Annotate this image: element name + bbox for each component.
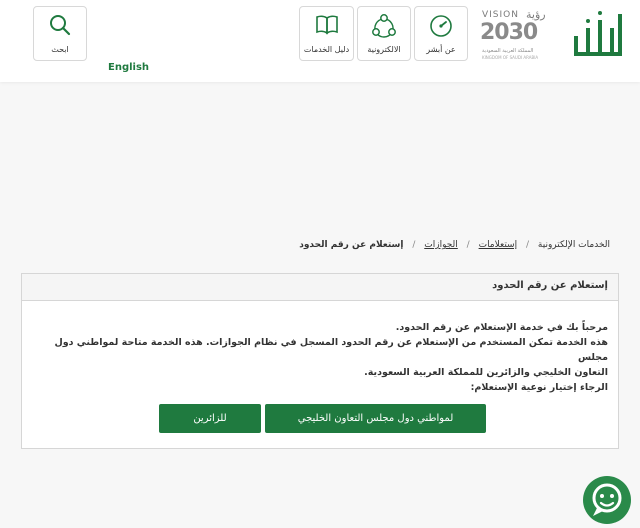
choose-type-text: الرجاء إختيار نوعية الإستعلام: bbox=[470, 382, 608, 393]
breadcrumb-item-eservices[interactable]: الخدمات الإلكترونية bbox=[538, 240, 610, 250]
breadcrumb: الخدمات الإلكترونية / إستعلامات / الجواز… bbox=[299, 240, 610, 250]
english-language-link[interactable]: English bbox=[108, 62, 149, 73]
welcome-text: مرحباً بك في خدمة الإستعلام عن رقم الحدو… bbox=[395, 322, 608, 333]
search-label: ابحث bbox=[51, 45, 69, 54]
gcc-citizens-button[interactable]: لمواطني دول مجلس التعاون الخليجي bbox=[265, 404, 486, 433]
search-button[interactable]: ابحث bbox=[33, 6, 87, 61]
search-icon bbox=[50, 15, 71, 36]
speed-icon bbox=[430, 15, 452, 37]
absher-logo[interactable] bbox=[566, 8, 628, 60]
breadcrumb-separator: / bbox=[466, 240, 470, 250]
description-line-1: هذه الخدمة تمكن المستخدم من الإستعلام عن… bbox=[54, 337, 608, 363]
vision-2030-logo: VISION رؤية 2030 المملكة العربية السعودي… bbox=[476, 8, 556, 64]
breadcrumb-current: إستعلام عن رقم الحدود bbox=[299, 240, 404, 250]
electronic-services-label: الالكترونية bbox=[367, 45, 401, 54]
services-guide-label: دليل الخدمات bbox=[303, 45, 350, 54]
visitors-button[interactable]: للزائرين bbox=[159, 404, 261, 433]
vision-sub-ar: المملكة العربية السعودية bbox=[482, 48, 534, 54]
about-absher-button[interactable]: عن أبشر bbox=[414, 6, 468, 61]
breadcrumb-separator: / bbox=[525, 240, 530, 250]
network-icon bbox=[372, 14, 396, 38]
electronic-services-button[interactable]: الالكترونية bbox=[357, 6, 411, 61]
breadcrumb-separator: / bbox=[412, 240, 416, 250]
vision-year: 2030 bbox=[480, 20, 538, 45]
book-icon bbox=[315, 15, 338, 35]
services-guide-button[interactable]: دليل الخدمات bbox=[299, 6, 354, 61]
chat-bot-icon bbox=[592, 483, 622, 516]
vision-sub-en: KINGDOM OF SAUDI ARABIA bbox=[482, 55, 539, 60]
description-line-2: التعاون الخليجي والزائرين للمملكة العربي… bbox=[364, 367, 608, 378]
about-absher-label: عن أبشر bbox=[426, 45, 456, 54]
inquiry-panel: إستعلام عن رقم الحدود مرحباً بك في خدمة … bbox=[21, 273, 619, 449]
breadcrumb-item-inquiries[interactable]: إستعلامات bbox=[479, 240, 518, 250]
panel-description: مرحباً بك في خدمة الإستعلام عن رقم الحدو… bbox=[30, 320, 608, 395]
chat-bot-button[interactable] bbox=[583, 476, 631, 524]
panel-header: إستعلام عن رقم الحدود bbox=[22, 274, 618, 301]
site-header: ابحث English دليل الخدمات الالكترونية عن… bbox=[0, 0, 640, 82]
breadcrumb-item-passports[interactable]: الجوازات bbox=[424, 240, 458, 250]
vision-text: VISION bbox=[482, 10, 519, 20]
panel-title: إستعلام عن رقم الحدود bbox=[492, 280, 608, 291]
